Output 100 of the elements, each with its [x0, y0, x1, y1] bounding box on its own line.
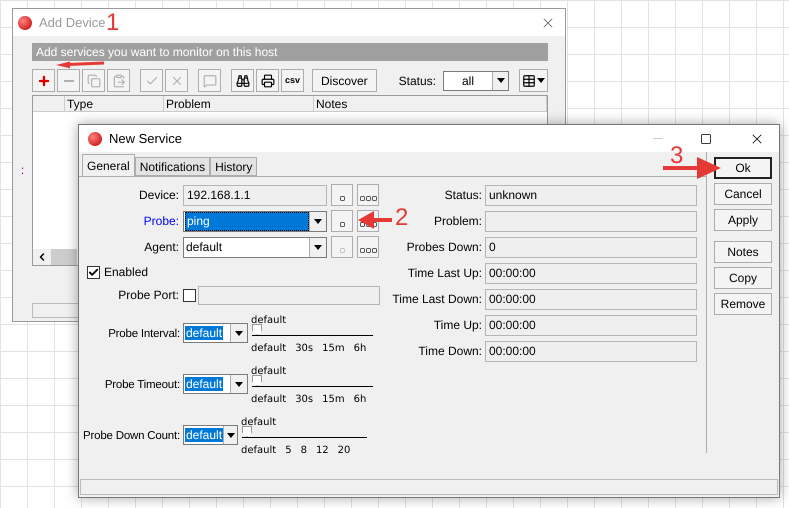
- tick-label: 6h: [354, 343, 366, 355]
- status-field: 00:00:00: [485, 314, 697, 336]
- tab[interactable]: General: [82, 154, 135, 176]
- slider-track[interactable]: [242, 426, 367, 438]
- field-label: Device:: [138, 187, 180, 204]
- step-number: 1: [106, 10, 120, 36]
- marker-text: :: [20, 162, 26, 179]
- caret-icon: [314, 244, 322, 250]
- slider-track[interactable]: [252, 324, 373, 336]
- window-title: New Service: [109, 130, 182, 148]
- field-label: Time Down:: [418, 343, 482, 360]
- agent-dropdown[interactable]: default: [183, 236, 327, 258]
- csv-button[interactable]: csv: [281, 69, 304, 92]
- window-title: Add Device: [39, 14, 106, 32]
- step-number: 2: [395, 205, 408, 231]
- slider-thumb[interactable]: [242, 426, 252, 437]
- discover-button[interactable]: Discover: [312, 69, 377, 92]
- probe-dropdown[interactable]: ping: [183, 210, 327, 232]
- annotation-arrow: [56, 62, 104, 68]
- device-field: 192.168.1.1: [183, 184, 327, 206]
- square-icon: [340, 248, 344, 253]
- add-button[interactable]: [32, 69, 55, 92]
- minus-icon: [64, 80, 74, 82]
- tick-label: 12: [316, 445, 329, 457]
- interval-dropdown[interactable]: default: [183, 323, 248, 343]
- tab[interactable]: History: [210, 157, 258, 176]
- field-label: Status:: [444, 187, 482, 204]
- enabled-checkbox[interactable]: [87, 266, 100, 278]
- dialog-button[interactable]: Cancel: [714, 183, 772, 205]
- dialog-button[interactable]: Notes: [714, 241, 772, 263]
- scroll-left-button[interactable]: [33, 249, 51, 265]
- field-label: Time Last Down:: [392, 291, 482, 308]
- paste-icon: [112, 74, 126, 88]
- column-header[interactable]: Problem: [164, 96, 314, 111]
- caret-icon: [496, 78, 504, 83]
- tick-label: 20: [338, 445, 350, 457]
- caret-icon: [226, 432, 235, 438]
- square-icon: [340, 196, 344, 201]
- status-field: 00:00:00: [485, 288, 697, 310]
- tick-label: 8: [300, 445, 307, 457]
- find-button[interactable]: [231, 69, 254, 92]
- field-label: Probes Down:: [406, 239, 482, 256]
- field-label: Problem:: [434, 213, 482, 230]
- maximize-icon[interactable]: [700, 132, 712, 144]
- field-label: Probe:: [142, 213, 180, 230]
- status-field: unknown: [485, 184, 697, 206]
- field-label: Probe Down Count:: [83, 429, 180, 444]
- dialog-button[interactable]: Apply: [714, 209, 772, 231]
- dialog-button[interactable]: Ok: [714, 157, 772, 179]
- tick-label: default: [241, 445, 276, 457]
- tick-label: 15m: [322, 343, 345, 355]
- field-label: Probe Port:: [117, 287, 180, 304]
- table-icon: [522, 74, 536, 88]
- dots-button[interactable]: [357, 184, 379, 206]
- field-label: Agent:: [143, 239, 180, 256]
- tick-label: 15m: [322, 394, 345, 406]
- field-label: Probe Interval:: [108, 327, 180, 342]
- caret-icon: [314, 218, 322, 224]
- field-label: Time Up:: [434, 317, 482, 334]
- dots-button[interactable]: [331, 236, 353, 258]
- interval-dropdown[interactable]: default: [183, 374, 248, 394]
- field-label: Probe Timeout:: [104, 378, 180, 393]
- tab[interactable]: Notifications: [134, 157, 210, 176]
- slider-reading: default: [251, 366, 286, 378]
- column-header[interactable]: Type: [65, 96, 164, 111]
- probe-port-field[interactable]: [198, 286, 380, 304]
- column-header[interactable]: Notes: [314, 96, 547, 111]
- probe-port-checkbox[interactable]: [183, 288, 196, 302]
- columns-menu-button[interactable]: [519, 69, 548, 92]
- slider-thumb[interactable]: [252, 324, 262, 335]
- dialog-button[interactable]: Copy: [714, 267, 772, 289]
- copy-icon: [86, 74, 100, 88]
- slider-thumb[interactable]: [252, 375, 262, 386]
- field-label: Time Last Up:: [408, 265, 482, 282]
- interval-dropdown[interactable]: default: [183, 425, 238, 445]
- status-dropdown[interactable]: all: [443, 70, 509, 90]
- comment-icon: [202, 74, 216, 88]
- slider-track[interactable]: [252, 375, 373, 387]
- status-field: 0: [485, 236, 697, 258]
- print-button[interactable]: [256, 69, 279, 92]
- app-logo-icon: [18, 16, 32, 30]
- status-label: Status:: [398, 72, 436, 90]
- binoculars-icon: [236, 74, 250, 88]
- slider-reading: default: [251, 315, 286, 327]
- caret-icon: [235, 382, 243, 386]
- tick-label: 6h: [354, 394, 366, 406]
- tick-label: 30s: [295, 343, 314, 355]
- dots-button[interactable]: [357, 236, 379, 258]
- tick-label: 30s: [295, 394, 314, 406]
- dialog-button[interactable]: Remove: [714, 293, 772, 315]
- square-icon: [340, 222, 344, 227]
- slider-reading: default: [241, 417, 276, 429]
- tick-label: default: [251, 394, 286, 406]
- dots-button[interactable]: [331, 210, 353, 232]
- plus-icon: [36, 74, 50, 88]
- checkbox-label: Enabled: [104, 264, 148, 281]
- printer-icon: [260, 74, 274, 88]
- scroll-thumb[interactable]: [51, 249, 77, 265]
- tick-label: default: [251, 343, 286, 355]
- dots-button[interactable]: [331, 184, 353, 206]
